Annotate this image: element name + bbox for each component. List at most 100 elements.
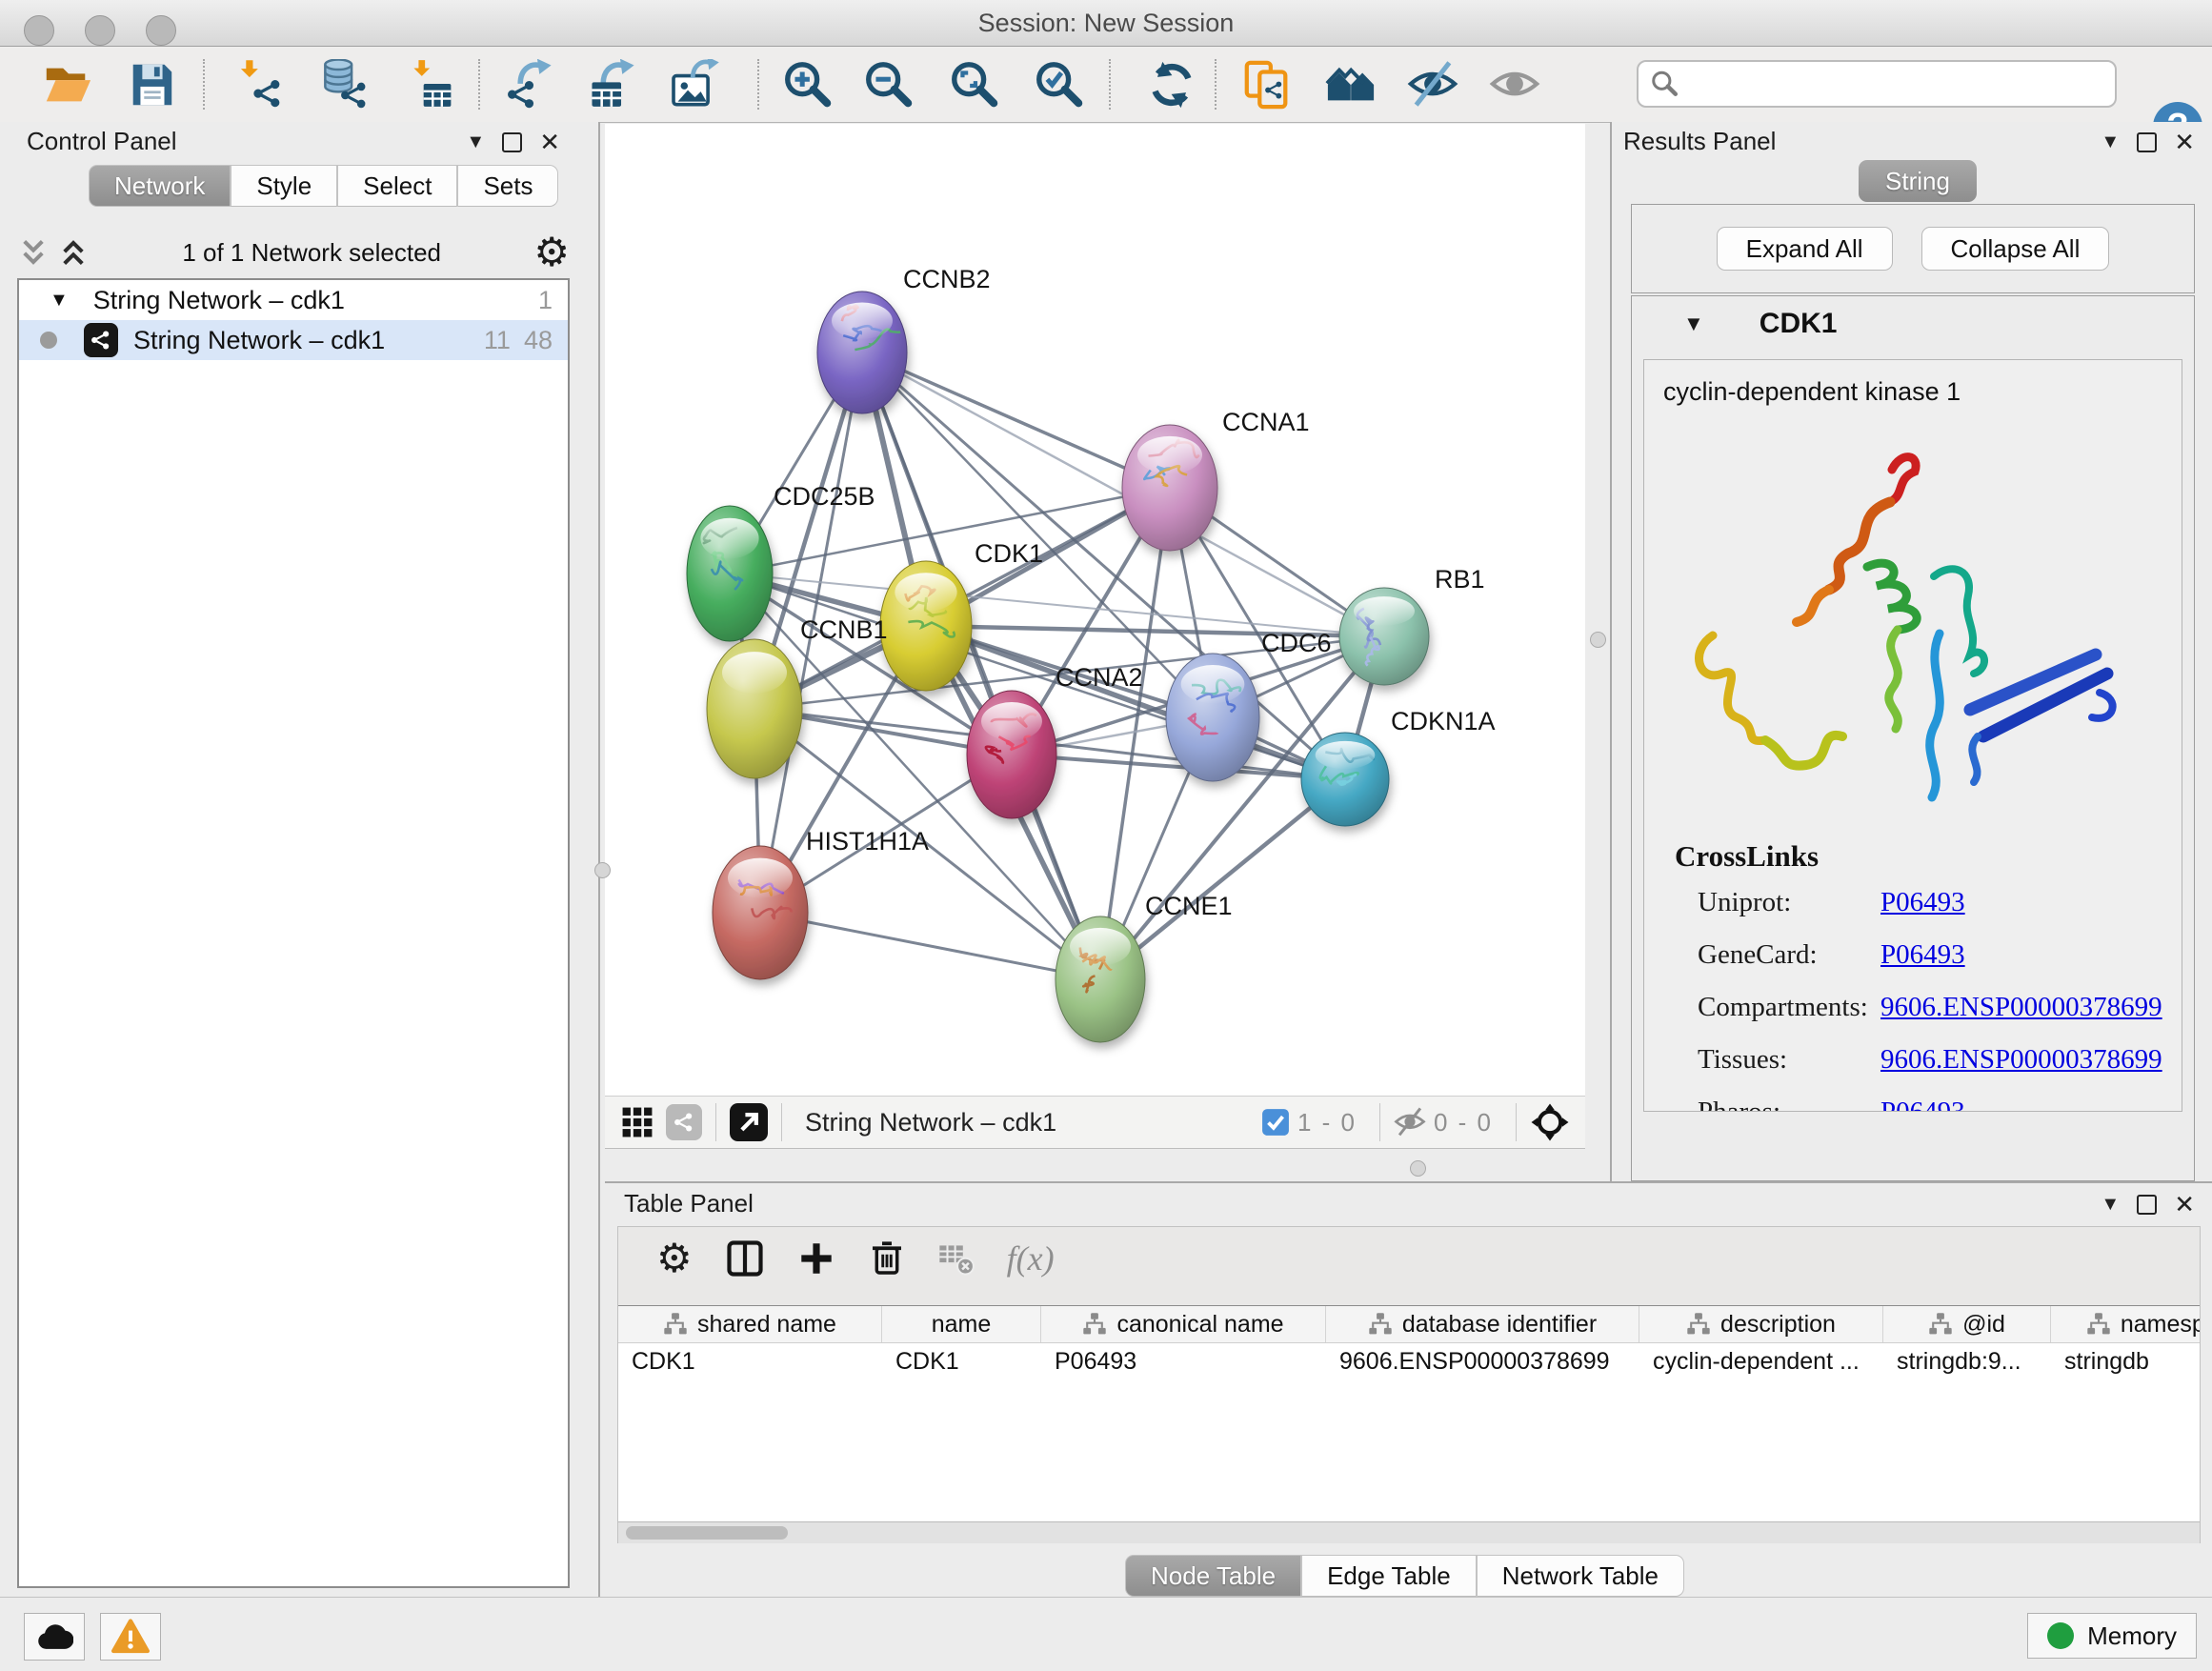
node-label: CCNB2 [903, 265, 991, 293]
network-node[interactable] [967, 691, 1056, 818]
tab-string[interactable]: String [1859, 160, 1977, 202]
export-network-icon[interactable] [504, 58, 557, 111]
network-canvas[interactable]: CCNB2CCNA1CDC25BCDK1CDC6RB1CCNB1CCNA2CDK… [605, 124, 1585, 1096]
table-cell[interactable]: P06493 [1041, 1343, 1326, 1379]
network-node[interactable] [1056, 916, 1145, 1042]
close-panel-icon[interactable]: ✕ [539, 130, 560, 154]
tab-edge-table[interactable]: Edge Table [1301, 1555, 1477, 1597]
crosslink-link[interactable]: P06493 [1880, 887, 1965, 918]
crosslink-link[interactable]: P06493 [1880, 1097, 1965, 1112]
save-session-icon[interactable] [125, 58, 178, 111]
horizontal-splitter-handle[interactable] [1410, 1160, 1426, 1177]
network-collection-row[interactable]: ▼ String Network – cdk1 1 [19, 280, 568, 320]
detach-view-icon[interactable] [730, 1103, 768, 1141]
column-header[interactable]: namespace [2051, 1306, 2200, 1342]
hide-unhide-icon[interactable] [1406, 58, 1459, 111]
show-grid-icon[interactable] [620, 1105, 654, 1139]
hidden-eye-slash-icon[interactable] [1394, 1106, 1426, 1138]
column-header[interactable]: canonical name [1041, 1306, 1326, 1342]
network-node[interactable] [707, 639, 802, 778]
export-image-icon[interactable] [670, 58, 723, 111]
column-header[interactable]: @id [1883, 1306, 2051, 1342]
zoom-fit-icon[interactable] [947, 58, 1000, 111]
crosslink-link[interactable]: 9606.ENSP00000378699 [1880, 1044, 2162, 1076]
birds-eye-view-icon[interactable] [1530, 1102, 1570, 1142]
float-panel-icon[interactable] [2137, 132, 2157, 152]
right-splitter-handle[interactable] [1590, 632, 1606, 648]
home-string-icon[interactable] [1324, 58, 1377, 111]
scrollbar-thumb[interactable] [626, 1526, 788, 1540]
zoom-selected-icon[interactable] [1032, 58, 1085, 111]
show-columns-icon[interactable] [725, 1238, 765, 1278]
float-panel-icon[interactable] [2137, 1195, 2157, 1215]
network-node[interactable] [713, 846, 808, 979]
hidden-node-edge-counter: 0 - 0 [1434, 1108, 1493, 1137]
left-splitter-handle[interactable] [594, 862, 611, 878]
table-row[interactable]: CDK1CDK1P064939606.ENSP00000378699cyclin… [618, 1343, 2200, 1379]
table-options-gear-icon[interactable]: ⚙ [656, 1238, 693, 1278]
crosslink-link[interactable]: 9606.ENSP00000378699 [1880, 992, 2162, 1023]
search-box[interactable] [1637, 60, 2117, 108]
gene-section-header[interactable]: ▼ CDK1 [1632, 296, 2194, 352]
selected-checkbox-icon[interactable] [1261, 1108, 1290, 1137]
close-panel-icon[interactable]: ✕ [2174, 130, 2195, 154]
close-panel-icon[interactable]: ✕ [2174, 1192, 2195, 1217]
crosslink-label: GeneCard: [1698, 939, 1880, 971]
tab-select[interactable]: Select [337, 165, 457, 207]
tab-network[interactable]: Network [89, 165, 231, 207]
table-cell[interactable]: stringdb:9... [1883, 1343, 2051, 1379]
cloud-status-button[interactable] [24, 1613, 85, 1661]
tab-network-table[interactable]: Network Table [1477, 1555, 1684, 1597]
column-header[interactable]: description [1639, 1306, 1883, 1342]
string-network-badge-icon[interactable] [666, 1104, 702, 1140]
search-icon [1650, 70, 1679, 98]
tab-node-table[interactable]: Node Table [1125, 1555, 1301, 1597]
float-panel-icon[interactable] [502, 132, 522, 152]
panel-menu-icon[interactable]: ▼ [2101, 131, 2120, 153]
panel-menu-icon[interactable]: ▼ [466, 131, 485, 153]
network-node[interactable] [880, 561, 972, 691]
export-table-icon[interactable] [587, 58, 640, 111]
network-options-gear-icon[interactable]: ⚙ [533, 232, 570, 272]
column-header[interactable]: name [882, 1306, 1041, 1342]
network-node[interactable] [687, 506, 773, 641]
collapse-all-icon[interactable] [17, 236, 50, 269]
network-row[interactable]: String Network – cdk1 11 48 [19, 320, 568, 360]
table-cell[interactable]: cyclin-dependent ... [1639, 1343, 1883, 1379]
table-cell[interactable]: CDK1 [882, 1343, 1041, 1379]
collection-expander-icon[interactable]: ▼ [50, 290, 69, 312]
tab-style[interactable]: Style [231, 165, 337, 207]
memory-button[interactable]: Memory [2027, 1613, 2197, 1659]
table-cell[interactable]: 9606.ENSP00000378699 [1326, 1343, 1639, 1379]
delete-column-icon[interactable] [868, 1239, 906, 1278]
open-session-icon[interactable] [40, 58, 93, 111]
copy-network-icon[interactable] [1240, 58, 1294, 111]
table-cell[interactable]: CDK1 [618, 1343, 882, 1379]
column-header[interactable]: shared name [618, 1306, 882, 1342]
apply-layout-icon[interactable] [1145, 58, 1198, 111]
network-node[interactable] [1166, 654, 1259, 781]
expand-all-icon[interactable] [57, 236, 90, 269]
network-node[interactable] [817, 292, 907, 413]
tab-sets[interactable]: Sets [457, 165, 558, 207]
table-cell[interactable]: stringdb [2051, 1343, 2200, 1379]
collapse-all-button[interactable]: Collapse All [1921, 227, 2110, 271]
section-expander-icon[interactable]: ▼ [1683, 312, 1704, 336]
zoom-in-icon[interactable] [780, 58, 834, 111]
zoom-out-icon[interactable] [861, 58, 915, 111]
import-network-icon[interactable] [232, 58, 286, 111]
create-column-icon[interactable] [797, 1239, 835, 1278]
crosslink-link[interactable]: P06493 [1880, 939, 1965, 971]
network-edge[interactable] [862, 352, 1170, 488]
table-horizontal-scrollbar[interactable] [618, 1522, 2200, 1543]
expand-all-button[interactable]: Expand All [1717, 227, 1893, 271]
warnings-button[interactable] [100, 1613, 161, 1661]
column-header[interactable]: database identifier [1326, 1306, 1639, 1342]
search-input[interactable] [1688, 69, 2115, 100]
network-node[interactable] [1339, 588, 1429, 685]
import-network-from-database-icon[interactable] [317, 58, 371, 111]
network-node[interactable] [1301, 733, 1389, 826]
network-node[interactable] [1122, 425, 1217, 551]
panel-menu-icon[interactable]: ▼ [2101, 1194, 2120, 1216]
import-table-icon[interactable] [402, 58, 455, 111]
